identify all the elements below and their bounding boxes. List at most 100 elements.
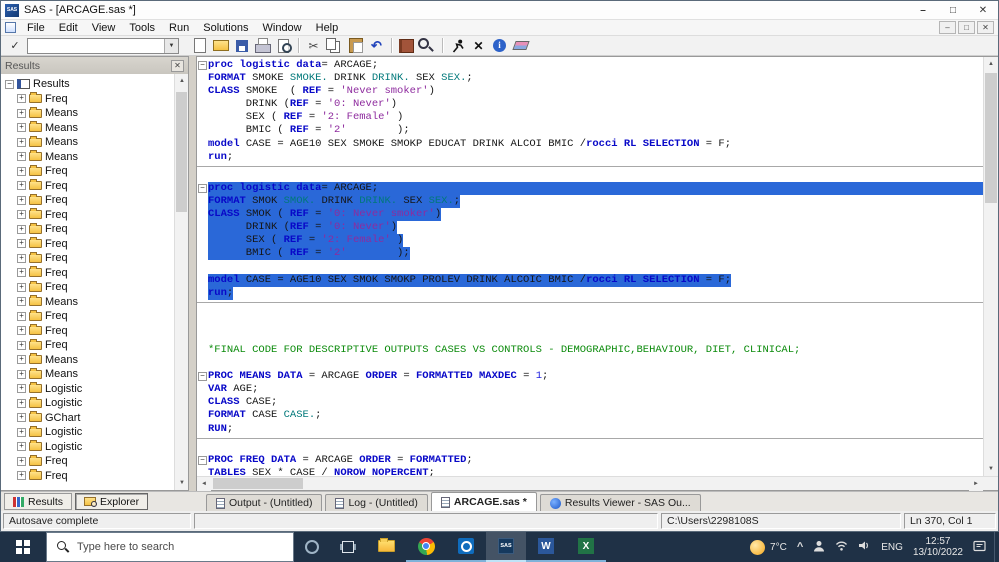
code-line[interactable]: FORMAT SMOK SMOK. DRINK DRINK. SEX SEX.; [197,194,983,209]
code-line[interactable]: run; [197,286,983,300]
mdi-minimize-button[interactable]: – [939,21,956,34]
expand-icon[interactable]: + [17,398,26,408]
code-line[interactable]: − PROC FREQ DATA = ARCAGE ORDER = FORMATT… [197,454,983,467]
window-tab[interactable]: Log - (Untitled) [325,494,428,511]
expand-icon[interactable]: + [17,355,26,365]
tree-item-freq[interactable]: + Freq [1,164,188,179]
scrollbar-track[interactable] [211,477,969,490]
tree-item-means[interactable]: + Means [1,135,188,150]
scroll-right-icon[interactable]: ► [969,477,983,491]
command-check-icon[interactable] [7,39,23,52]
tree-item-freq[interactable]: + Freq [1,222,188,237]
expand-icon[interactable]: + [17,166,26,176]
tree-item-means[interactable]: + Means [1,367,188,382]
print-preview-icon[interactable] [273,36,294,55]
expand-icon[interactable]: + [17,181,26,191]
code-line[interactable]: run; [197,151,983,164]
tree-item-logistic[interactable]: + Logistic [1,396,188,411]
editor-vertical-scrollbar[interactable]: ▲ ▼ [983,57,998,476]
window-tab[interactable]: ARCAGE.sas * [430,492,537,511]
expand-icon[interactable]: + [17,137,26,147]
tree-item-freq[interactable]: + Freq [1,309,188,324]
menu-window[interactable]: Window [256,21,309,35]
expand-icon[interactable]: + [17,239,26,249]
code-line[interactable] [197,357,983,370]
code-area[interactable]: − proc logistic data= ARCAGE; FORMAT SMOKE… [197,57,983,476]
expand-icon[interactable]: + [17,224,26,234]
code-line[interactable] [197,305,983,318]
new-library-icon[interactable] [396,36,417,55]
tree-item-freq[interactable]: + Freq [1,193,188,208]
copy-icon[interactable] [324,36,345,55]
explorer-window-icon[interactable] [417,36,438,55]
clock[interactable]: 12:57 13/10/2022 [913,536,963,558]
hidden-icons-button[interactable]: ^ [797,541,803,553]
expand-icon[interactable]: + [17,384,26,394]
code-line[interactable]: DRINK (REF = '0: Never') [197,221,983,235]
code-line[interactable] [197,260,983,273]
collapse-icon[interactable]: − [5,79,14,89]
tree-item-freq[interactable]: + Freq [1,237,188,252]
scrollbar-thumb[interactable] [213,478,303,489]
expand-icon[interactable]: + [17,311,26,321]
start-button[interactable] [0,532,46,562]
scroll-down-icon[interactable]: ▼ [175,476,188,490]
taskbar-file-explorer[interactable] [366,532,406,562]
undo-icon[interactable] [366,36,387,55]
taskbar-chrome[interactable] [406,532,446,562]
expand-icon[interactable]: + [17,427,26,437]
taskbar-search[interactable]: Type here to search [46,532,294,562]
paste-icon[interactable] [345,36,366,55]
scroll-down-icon[interactable]: ▼ [984,462,998,476]
scroll-up-icon[interactable]: ▲ [984,57,998,71]
command-bar[interactable] [27,37,179,54]
menu-help[interactable]: Help [309,21,346,35]
code-line[interactable]: SEX ( REF = '2: Female' ) [197,111,983,124]
tree-item-means[interactable]: + Means [1,353,188,368]
language-indicator[interactable]: ENG [881,542,903,553]
code-line[interactable]: CLASS CASE; [197,396,983,409]
network-icon[interactable] [835,540,848,554]
tree-item-results[interactable]: − Results [1,77,188,92]
collapse-toggle[interactable]: − [197,372,208,382]
code-line[interactable]: RUN; [197,423,983,436]
expand-icon[interactable]: + [17,413,26,423]
clear-all-icon[interactable] [510,36,531,55]
command-input[interactable] [28,40,164,51]
code-line[interactable]: BMIC ( REF = '2' ); [197,124,983,137]
user-icon[interactable] [813,540,825,555]
maximize-button[interactable] [938,1,968,19]
code-line[interactable]: TABLES SEX * CASE / NOROW NOPERCENT; [197,467,983,476]
task-view-button[interactable] [330,532,366,562]
tree-item-logistic[interactable]: + Logistic [1,382,188,397]
menu-file[interactable]: File [20,21,52,35]
code-line[interactable] [197,169,983,182]
code-line[interactable]: *FINAL CODE FOR DESCRIPTIVE OUTPUTS CASE… [197,344,983,357]
scrollbar-thumb[interactable] [985,73,997,203]
tree-item-means[interactable]: + Means [1,106,188,121]
mdi-close-button[interactable]: ✕ [977,21,994,34]
code-line[interactable] [197,331,983,344]
tree-item-freq[interactable]: + Freq [1,324,188,339]
tree-item-freq[interactable]: + Freq [1,208,188,223]
menu-view[interactable]: View [85,21,123,35]
code-line[interactable]: − proc logistic data= ARCAGE; [197,59,983,72]
tab-results[interactable]: Results [4,493,73,510]
close-button[interactable] [968,1,998,19]
expand-icon[interactable]: + [17,152,26,162]
cut-icon[interactable] [303,36,324,55]
document-system-icon[interactable] [5,22,16,33]
tree-item-logistic[interactable]: + Logistic [1,440,188,455]
expand-icon[interactable]: + [17,340,26,350]
tree-item-freq[interactable]: + Freq [1,338,188,353]
scrollbar-thumb[interactable] [176,92,187,212]
cortana-button[interactable] [294,532,330,562]
window-tab[interactable]: Output - (Untitled) [206,494,323,511]
code-line[interactable]: FORMAT SMOKE SMOKE. DRINK DRINK. SEX SEX… [197,72,983,85]
tree-item-means[interactable]: + Means [1,295,188,310]
collapse-toggle[interactable]: − [197,61,208,71]
expand-icon[interactable]: + [17,210,26,220]
code-line[interactable]: DRINK (REF = '0: Never') [197,98,983,111]
tree-item-means[interactable]: + Means [1,121,188,136]
scroll-up-icon[interactable]: ▲ [175,74,188,88]
